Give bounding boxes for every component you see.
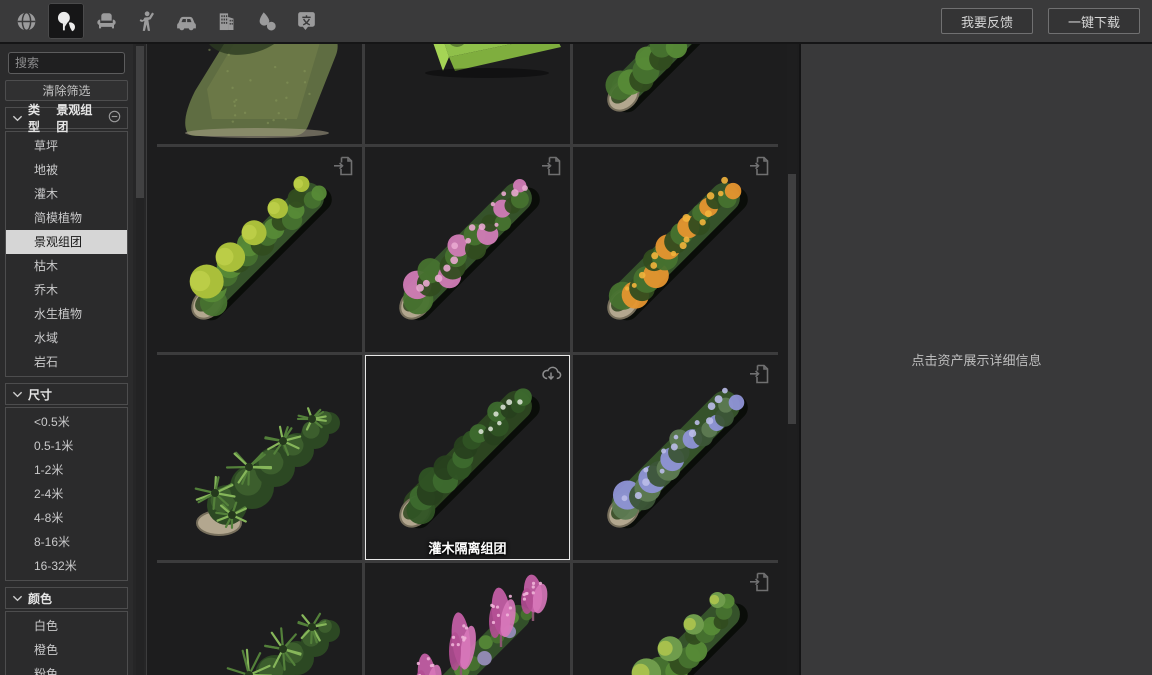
plant-icon[interactable]	[48, 3, 84, 39]
feedback-button[interactable]: 我要反馈	[941, 8, 1033, 34]
sidebar-scrollbar-thumb[interactable]	[136, 46, 144, 198]
filter-item[interactable]: 4-8米	[6, 506, 127, 530]
section-title: 尺寸	[28, 386, 52, 403]
chevron-down-icon	[12, 593, 23, 604]
asset-tile[interactable]	[365, 44, 570, 144]
asset-tile[interactable]	[365, 147, 570, 352]
import-to-scene-icon[interactable]	[331, 154, 355, 178]
cloud-download-icon[interactable]	[539, 362, 563, 386]
asset-grid: 灌木隔离组团	[157, 44, 778, 675]
filter-item[interactable]: 白色	[6, 614, 127, 638]
filter-item[interactable]: 岩石	[6, 350, 127, 374]
vehicle-icon[interactable]	[168, 3, 204, 39]
filter-item[interactable]: 水域	[6, 326, 127, 350]
filter-sections: 类型景观组团草坪地被灌木简模植物景观组团枯木乔木水生植物水域岩石尺寸 <0.5米0…	[0, 107, 133, 675]
main-area: 清除筛选 类型景观组团草坪地被灌木简模植物景观组团枯木乔木水生植物水域岩石尺寸<…	[0, 44, 1152, 675]
asset-tile[interactable]	[157, 355, 362, 560]
category-tabs	[6, 3, 326, 39]
furniture-icon[interactable]	[88, 3, 124, 39]
detail-placeholder-text: 点击资产展示详细信息	[911, 350, 1041, 369]
minus-circle-icon[interactable]	[108, 110, 121, 126]
asset-thumbnail	[157, 355, 362, 560]
sidebar-scrollbar[interactable]	[133, 44, 146, 675]
asset-tile[interactable]	[157, 147, 362, 352]
character-icon[interactable]	[128, 3, 164, 39]
asset-thumbnail	[365, 44, 570, 144]
import-to-scene-icon[interactable]	[539, 154, 563, 178]
asset-thumbnail	[157, 44, 362, 144]
filter-item[interactable]: 0.5-1米	[6, 434, 127, 458]
import-to-scene-icon[interactable]	[747, 154, 771, 178]
filter-item[interactable]: 简模植物	[6, 206, 127, 230]
asset-tile[interactable]	[573, 44, 778, 144]
material-icon[interactable]	[248, 3, 284, 39]
asset-tile-label: 灌木隔离组团	[365, 538, 570, 557]
section-title: 类型	[28, 101, 51, 135]
asset-thumbnail	[157, 563, 362, 675]
section-selected-value: 景观组团	[56, 101, 103, 135]
filter-item[interactable]: 8-16米	[6, 530, 127, 554]
globe-icon[interactable]	[8, 3, 44, 39]
filter-item[interactable]: 灌木	[6, 182, 127, 206]
grid-scrollbar-thumb[interactable]	[788, 174, 796, 424]
filter-item[interactable]: 枯木	[6, 254, 127, 278]
section-items-1: <0.5米0.5-1米1-2米2-4米4-8米8-16米16-32米	[5, 407, 128, 581]
section-title: 颜色	[28, 590, 52, 607]
toolbar-actions: 我要反馈 一键下载	[941, 8, 1140, 34]
asset-tile[interactable]	[573, 355, 778, 560]
filter-item[interactable]: 水生植物	[6, 302, 127, 326]
section-items-0: 草坪地被灌木简模植物景观组团枯木乔木水生植物水域岩石	[5, 131, 128, 377]
asset-tile[interactable]	[573, 563, 778, 675]
asset-tile-selected[interactable]: 灌木隔离组团	[365, 355, 570, 560]
asset-tile[interactable]	[157, 563, 362, 675]
section-items-2: 白色橙色粉色	[5, 611, 128, 675]
asset-tile[interactable]	[365, 563, 570, 675]
detail-panel: 点击资产展示详细信息	[799, 44, 1152, 675]
filter-item[interactable]: 2-4米	[6, 482, 127, 506]
filter-item[interactable]: 地被	[6, 158, 127, 182]
asset-thumbnail	[365, 563, 570, 675]
grid-scrollbar[interactable]	[787, 44, 797, 675]
filter-item[interactable]: 乔木	[6, 278, 127, 302]
filter-item[interactable]: 16-32米	[6, 554, 127, 578]
clear-filter-button[interactable]: 清除筛选	[5, 80, 128, 101]
filter-sidebar: 清除筛选 类型景观组团草坪地被灌木简模植物景观组团枯木乔木水生植物水域岩石尺寸<…	[0, 44, 146, 675]
asset-tile[interactable]	[573, 147, 778, 352]
search-input[interactable]	[8, 52, 125, 74]
asset-tile[interactable]	[157, 44, 362, 144]
download-all-button[interactable]: 一键下载	[1048, 8, 1140, 34]
chevron-down-icon	[12, 389, 23, 400]
top-toolbar: 我要反馈 一键下载	[0, 0, 1152, 44]
filter-item[interactable]: 粉色	[6, 662, 127, 675]
import-to-scene-icon[interactable]	[747, 362, 771, 386]
section-header-1[interactable]: 尺寸	[5, 383, 128, 405]
import-to-scene-icon[interactable]	[747, 570, 771, 594]
section-header-2[interactable]: 颜色	[5, 587, 128, 609]
filter-item[interactable]: 1-2米	[6, 458, 127, 482]
filter-sidebar-content: 清除筛选 类型景观组团草坪地被灌木简模植物景观组团枯木乔木水生植物水域岩石尺寸<…	[0, 44, 133, 675]
filter-item[interactable]: 草坪	[6, 134, 127, 158]
chevron-down-icon	[12, 113, 23, 124]
asset-grid-panel: 灌木隔离组团	[146, 44, 799, 675]
filter-item[interactable]: <0.5米	[6, 410, 127, 434]
building-icon[interactable]	[208, 3, 244, 39]
filter-item[interactable]: 景观组团	[6, 230, 127, 254]
filter-item[interactable]: 橙色	[6, 638, 127, 662]
text-label-icon[interactable]	[288, 3, 324, 39]
section-header-0[interactable]: 类型景观组团	[5, 107, 128, 129]
asset-thumbnail	[573, 44, 778, 144]
